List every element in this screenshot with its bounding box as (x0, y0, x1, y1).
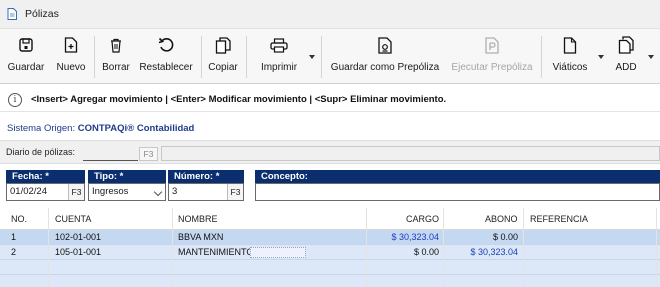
viaticos-dropdown-icon[interactable] (598, 55, 604, 59)
table-row[interactable]: 2 105-01-001 MANTENIMIENTO $ 0.00 $ 30,3… (0, 245, 660, 260)
ejecutar-prepoliza-button[interactable]: Ejecutar Prepóliza (448, 34, 536, 80)
cell-cargo: $ 0.00 (413, 247, 439, 257)
save-icon (19, 38, 33, 52)
add-button[interactable]: ADD (610, 34, 642, 80)
nuevo-label: Nuevo (56, 62, 86, 73)
title-bar: Pólizas (0, 0, 660, 28)
movements-grid: NO. CUENTA NOMBRE CARGO ABONO REFERENCIA… (0, 208, 660, 287)
cell-abono: $ 30,323.04 (470, 247, 518, 257)
tipo-value: Ingresos (92, 186, 129, 197)
nuevo-button[interactable]: Nuevo (52, 34, 90, 80)
document-icon (7, 8, 17, 20)
window-title: Pólizas (25, 8, 59, 20)
borrar-button[interactable]: Borrar (98, 34, 134, 80)
imprimir-dropdown-icon[interactable] (309, 55, 315, 59)
cell-no: 2 (11, 247, 17, 257)
column-header-no[interactable]: NO. (11, 214, 27, 224)
diario-row: Diario de pólizas: F3 (0, 140, 660, 164)
origin-value: CONTPAQi® Contabilidad (77, 123, 195, 134)
grid-header: NO. CUENTA NOMBRE CARGO ABONO REFERENCIA (0, 208, 660, 230)
copy-icon (215, 36, 231, 54)
guardar-button[interactable]: Guardar (6, 34, 46, 80)
cell-cuenta: 102-01-001 (55, 232, 102, 242)
toolbar: Guardar Nuevo Borrar Restablecer Copiar … (0, 28, 660, 84)
fecha-f3-button[interactable]: F3 (68, 184, 84, 200)
add-dropdown-icon[interactable] (648, 55, 654, 59)
fecha-header: Fecha: * (6, 170, 85, 183)
column-divider (48, 208, 49, 287)
add-label: ADD (615, 62, 637, 73)
tipo-header: Tipo: * (88, 170, 166, 183)
column-divider (523, 208, 524, 287)
diario-f3-button[interactable]: F3 (139, 147, 158, 161)
cell-abono: $ 0.00 (492, 232, 518, 242)
column-divider (172, 208, 173, 287)
shortcut-message: <Insert> Agregar movimiento | <Enter> Mo… (31, 94, 447, 105)
trash-icon (111, 38, 121, 53)
cell-nombre: MANTENIMIENTO (178, 247, 254, 257)
copiar-label: Copiar (208, 62, 238, 73)
document-icon (563, 36, 577, 54)
guardar-prepoliza-button[interactable]: Guardar como Prepóliza (327, 34, 443, 80)
info-bar: i <Insert> Agregar movimiento | <Enter> … (0, 88, 660, 112)
documents-icon (618, 36, 634, 54)
table-row[interactable]: 1 102-01-001 BBVA MXN $ 30,323.04 $ 0.00 (0, 230, 660, 245)
column-header-nombre[interactable]: NOMBRE (178, 214, 218, 224)
numero-f3-button[interactable]: F3 (227, 184, 243, 200)
save-template-icon (378, 36, 392, 54)
column-divider (366, 208, 367, 287)
guardar-label: Guardar (7, 62, 45, 73)
numero-value: 3 (172, 186, 178, 197)
separator (246, 36, 247, 78)
new-document-icon (64, 37, 78, 53)
cell-no: 1 (11, 232, 17, 242)
empty-row[interactable] (0, 260, 660, 275)
empty-row[interactable] (0, 275, 660, 287)
undo-icon (158, 37, 174, 52)
restablecer-button[interactable]: Restablecer (137, 34, 195, 80)
sistema-origen: Sistema Origen: CONTPAQi® Contabilidad (7, 123, 194, 134)
viaticos-button[interactable]: Viáticos (549, 34, 591, 80)
editing-cell[interactable] (250, 247, 306, 258)
cell-nombre: BBVA MXN (178, 232, 224, 242)
info-icon: i (8, 92, 22, 107)
copiar-button[interactable]: Copiar (205, 34, 241, 80)
cell-cargo: $ 30,323.04 (391, 232, 439, 242)
column-header-referencia[interactable]: REFERENCIA (530, 214, 588, 224)
separator (94, 36, 95, 78)
poliza-header-fields: Fecha: * 01/02/24 F3 Tipo: * Ingresos Nú… (0, 170, 660, 208)
borrar-label: Borrar (102, 62, 130, 73)
restablecer-label: Restablecer (139, 62, 193, 73)
column-header-cuenta[interactable]: CUENTA (55, 214, 91, 224)
origin-label: Sistema Origen: (7, 123, 76, 134)
cell-cuenta: 105-01-001 (55, 247, 102, 257)
diario-label: Diario de pólizas: (6, 147, 76, 157)
column-divider (443, 208, 444, 287)
separator (201, 36, 202, 78)
diario-input[interactable] (83, 146, 138, 161)
separator (321, 36, 322, 78)
execute-template-icon (485, 36, 499, 54)
concepto-header: Concepto: (255, 170, 660, 183)
numero-header: Número: * (168, 170, 244, 183)
fecha-value: 01/02/24 (10, 186, 47, 197)
separator (541, 36, 542, 78)
diario-description-field (161, 146, 660, 161)
column-divider (656, 208, 657, 287)
column-header-cargo[interactable]: CARGO (406, 214, 439, 224)
imprimir-label: Imprimir (260, 62, 298, 73)
guardar-prepoliza-label: Guardar como Prepóliza (330, 62, 440, 73)
ejecutar-prepoliza-label: Ejecutar Prepóliza (451, 62, 533, 73)
viaticos-label: Viáticos (552, 62, 588, 73)
imprimir-button[interactable]: Imprimir (256, 34, 302, 80)
column-header-abono[interactable]: ABONO (485, 214, 518, 224)
concepto-input[interactable] (255, 183, 660, 201)
printer-icon (270, 37, 288, 53)
